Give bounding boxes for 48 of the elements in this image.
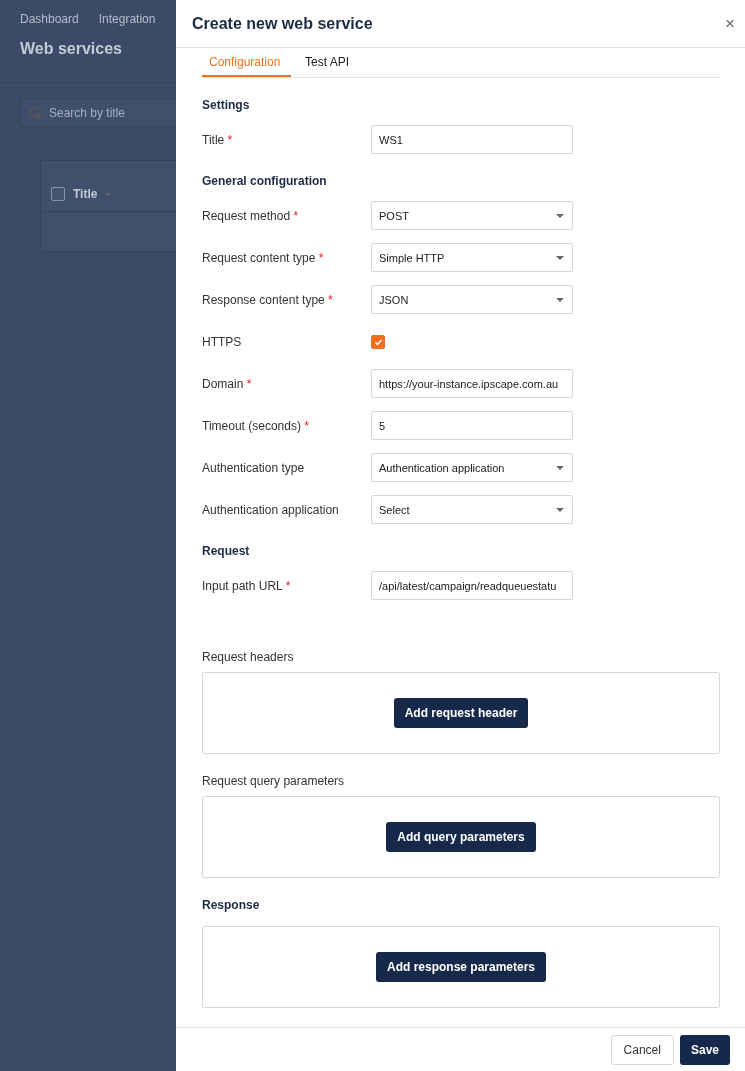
dropdown[interactable]: JSON — [371, 285, 573, 314]
add-button[interactable]: Add query parameters — [386, 822, 536, 852]
dropdown[interactable]: Authentication application — [371, 453, 573, 482]
dropdown[interactable]: Simple HTTP — [371, 243, 573, 272]
dropdown[interactable]: Select — [371, 495, 573, 524]
search-icon — [29, 105, 43, 120]
caret-icon — [556, 465, 564, 470]
add-button[interactable]: Add request header — [393, 698, 529, 728]
field-label: Request method * — [202, 208, 300, 223]
breadcrumb-link[interactable]: Integration — [98, 12, 156, 26]
cancel-button[interactable]: Cancel — [610, 1034, 674, 1065]
caret-icon — [556, 297, 564, 302]
field-label: Domain * — [202, 376, 253, 391]
dropdown[interactable]: POST — [371, 201, 573, 230]
input-field[interactable]: 5 — [371, 411, 573, 440]
tab[interactable]: Test API — [291, 48, 364, 77]
section-heading: General configuration — [202, 174, 328, 188]
breadcrumb-link[interactable]: Dashboard — [20, 12, 79, 26]
close-button[interactable]: × — [721, 13, 739, 34]
checkbox[interactable] — [371, 334, 385, 349]
input-field[interactable]: WS1 — [371, 125, 573, 154]
drawer-title: Create new web service — [192, 14, 373, 33]
field-label: Request headers — [202, 650, 295, 664]
caret-icon — [556, 255, 564, 260]
column-header[interactable]: Title — [73, 187, 98, 201]
section-heading: Request — [202, 544, 251, 558]
input-field[interactable]: /api/latest/campaign/readqueuestatu — [371, 571, 573, 600]
save-button[interactable]: Save — [679, 1034, 730, 1065]
page-title: Web services — [20, 40, 123, 58]
checkbox[interactable] — [51, 187, 65, 201]
section-heading: Response — [202, 898, 261, 912]
field-label: Request content type * — [202, 250, 325, 265]
caret-icon — [556, 213, 564, 218]
field-label: Request query parameters — [202, 774, 346, 788]
field-label: Authentication application — [202, 502, 340, 517]
field-label: HTTPS — [202, 334, 243, 349]
caret-icon — [556, 507, 564, 512]
field-label: Title * — [202, 132, 234, 147]
section-heading: Settings — [202, 98, 251, 112]
field-label: Input path URL * — [202, 578, 292, 593]
check-icon — [373, 337, 383, 346]
input-field[interactable]: https://your-instance.ipscape.com.au — [371, 369, 573, 398]
field-label: Response content type * — [202, 292, 334, 307]
field-label: Authentication type — [202, 460, 306, 475]
sort-icon — [105, 192, 112, 196]
field-label: Timeout (seconds) * — [202, 418, 310, 433]
search-field[interactable]: Search by title — [20, 98, 176, 127]
add-button[interactable]: Add response parameters — [375, 952, 547, 982]
